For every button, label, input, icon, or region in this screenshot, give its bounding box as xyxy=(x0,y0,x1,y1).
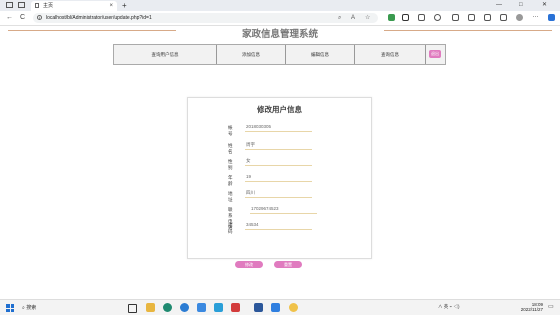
browser-essentials-icon[interactable] xyxy=(500,14,507,21)
account-input[interactable]: 2018030305 xyxy=(245,123,312,132)
field-label: 地 址 xyxy=(228,191,237,202)
field-label: 密码 xyxy=(228,223,233,234)
edge-alt-icon[interactable] xyxy=(180,303,189,312)
field-label: 帐 号 xyxy=(228,125,237,136)
task-view-icon[interactable] xyxy=(128,304,137,313)
reload-button[interactable]: C xyxy=(20,12,25,24)
new-tab-button[interactable]: + xyxy=(122,0,127,11)
chrome-icon[interactable] xyxy=(289,303,298,312)
menu-item-query[interactable]: 查询信息 xyxy=(355,45,426,64)
tab-home[interactable]: 主页 × xyxy=(31,1,117,11)
vscode-icon[interactable] xyxy=(271,303,280,312)
field-label: 年 龄 xyxy=(228,175,237,186)
window-menu-icon[interactable] xyxy=(6,2,13,8)
split-screen-icon[interactable] xyxy=(418,14,425,21)
url-bar[interactable]: i localhost/bl/Administrator/user/update… xyxy=(33,13,378,23)
read-aloud-icon[interactable]: A xyxy=(351,13,355,23)
address-input[interactable]: 四川 xyxy=(245,189,312,198)
store-icon[interactable] xyxy=(197,303,206,312)
reset-button[interactable]: 重置 xyxy=(274,261,302,268)
word-icon[interactable] xyxy=(254,303,263,312)
app-red-icon[interactable] xyxy=(231,303,240,312)
address-toolbar: ← C i localhost/bl/Administrator/user/up… xyxy=(0,11,560,26)
app-p-icon[interactable] xyxy=(214,303,223,312)
browser-tab-bar: 主页 × + — □ ✕ xyxy=(0,0,560,11)
taskbar: ⌕ 搜索 ∧ 英 ⌁ ◁) 18:09 2022/11/27 ▭ xyxy=(0,299,560,315)
profile-avatar[interactable] xyxy=(516,14,523,21)
back-button[interactable]: ← xyxy=(6,12,13,24)
copilot-icon[interactable] xyxy=(548,14,555,21)
close-window-button[interactable]: ✕ xyxy=(542,0,547,11)
taskbar-search[interactable]: ⌕ 搜索 xyxy=(22,303,116,313)
logout-button[interactable]: 退出 xyxy=(429,50,441,58)
page-content: 家政信息管理系统 查询用户信息 添加信息 编辑信息 查询信息 退出 修改用户信息… xyxy=(0,26,560,299)
gender-input[interactable]: 女 xyxy=(245,157,312,166)
refresh-page-icon[interactable] xyxy=(434,14,441,21)
menu-item-add[interactable]: 添加信息 xyxy=(217,45,286,64)
search-placeholder: 搜索 xyxy=(26,305,37,311)
tab-actions-icon[interactable] xyxy=(18,2,25,8)
more-menu-icon[interactable]: ··· xyxy=(532,14,539,21)
clock[interactable]: 18:09 2022/11/27 xyxy=(515,302,543,312)
system-tray[interactable]: ∧ 英 ⌁ ◁) xyxy=(438,304,459,310)
file-explorer-icon[interactable] xyxy=(146,303,155,312)
favorite-icon[interactable]: ☆ xyxy=(365,13,370,23)
tab-title: 主页 xyxy=(43,3,54,9)
minimize-button[interactable]: — xyxy=(496,0,502,11)
clock-date: 2022/11/27 xyxy=(520,307,543,312)
edge-browser-icon[interactable] xyxy=(163,303,172,312)
zoom-icon[interactable]: ⌕ xyxy=(338,13,341,23)
age-input[interactable]: 19 xyxy=(245,173,312,182)
maximize-button[interactable]: □ xyxy=(519,0,523,11)
phone-input[interactable]: 17029674523 xyxy=(250,205,317,214)
form-title: 修改用户信息 xyxy=(257,105,302,114)
system-title: 家政信息管理系统 xyxy=(241,29,318,40)
site-info-icon[interactable]: i xyxy=(37,15,42,20)
start-button[interactable] xyxy=(6,304,14,312)
edit-user-card: 修改用户信息 帐 号 2018030305 姓 名 周宇 性 别 女 年 龄 1… xyxy=(187,97,372,268)
url-text: localhost/bl/Administrator/user/update.p… xyxy=(46,15,152,21)
extension-icon[interactable] xyxy=(388,14,395,21)
collections-icon[interactable] xyxy=(484,14,491,21)
name-input[interactable]: 周宇 xyxy=(245,141,312,150)
field-label: 姓 名 xyxy=(228,143,237,154)
password-input[interactable]: 34534 xyxy=(245,221,312,230)
page-icon xyxy=(35,3,39,8)
nav-menu: 查询用户信息 添加信息 编辑信息 查询信息 xyxy=(113,44,446,65)
notification-icon[interactable]: ▭ xyxy=(548,303,554,310)
menu-item-query-user[interactable]: 查询用户信息 xyxy=(114,45,217,64)
sidebar-icon[interactable] xyxy=(452,14,459,21)
tab-close-icon[interactable]: × xyxy=(109,1,113,11)
field-label: 性 别 xyxy=(228,159,237,170)
menu-item-edit[interactable]: 编辑信息 xyxy=(286,45,355,64)
favorites-icon[interactable] xyxy=(468,14,475,21)
submit-button[interactable]: 修改 xyxy=(235,261,263,268)
extension-2-icon[interactable] xyxy=(402,14,409,21)
